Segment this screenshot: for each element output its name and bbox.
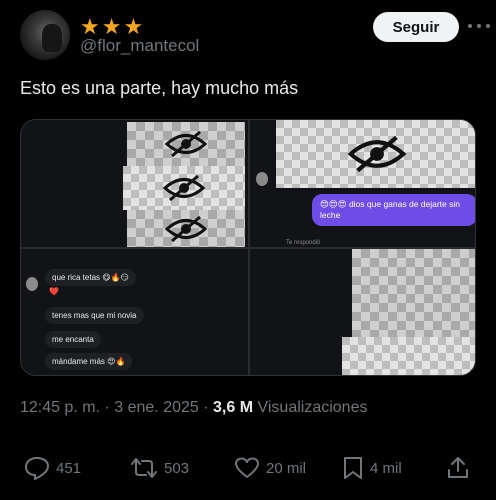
media-panel-bottom-left: que rica tetas 😋🔥😏 ❤️ tenes mas que mi n… <box>21 249 248 376</box>
censored-image <box>342 337 476 376</box>
chat-message: que rica tetas 😋🔥😏 <box>45 269 136 286</box>
censored-image <box>276 120 476 188</box>
tweet-header: ★★★ @flor_mantecol Seguir <box>20 10 480 62</box>
bookmark-button[interactable]: 4 mil <box>342 456 402 480</box>
hidden-eye-icon <box>164 131 208 157</box>
tweet-meta: 12:45 p. m. · 3 ene. 2025 · 3,6 M Visual… <box>20 399 367 417</box>
bookmark-count: 4 mil <box>370 460 402 477</box>
replied-label: Te respondió <box>286 240 320 246</box>
views-label: Visualizaciones <box>257 399 367 416</box>
hidden-eye-icon <box>162 175 206 201</box>
reply-count: 451 <box>56 460 81 477</box>
chat-message: mándame más 😍🔥 <box>45 353 132 370</box>
tweet-media[interactable]: 😍😍😍 dios que ganas de dejarte sin leche … <box>20 119 476 376</box>
tweet-date[interactable]: 3 ene. 2025 <box>114 399 199 416</box>
chat-message: me encanta <box>45 331 101 348</box>
share-icon <box>446 456 470 480</box>
reply-icon <box>24 456 50 480</box>
tweet-time[interactable]: 12:45 p. m. <box>20 399 100 416</box>
repost-icon <box>130 456 158 480</box>
reply-button[interactable]: 451 <box>24 456 81 480</box>
tweet-text: Esto es una parte, hay mucho más <box>20 78 298 99</box>
follow-button[interactable]: Seguir <box>373 12 459 42</box>
censored-image <box>123 166 245 210</box>
views-count: 3,6 M <box>213 399 253 416</box>
outgoing-message: 😍😍😍 dios que ganas de dejarte sin leche <box>312 194 476 226</box>
hidden-eye-icon <box>164 216 208 242</box>
censored-image <box>127 122 245 166</box>
like-count: 20 mil <box>266 460 306 477</box>
repost-count: 503 <box>164 460 189 477</box>
hidden-eye-icon <box>345 136 409 172</box>
media-panel-bottom-right <box>250 249 476 376</box>
media-panel-top-left <box>21 120 248 247</box>
share-button[interactable] <box>446 456 470 480</box>
user-handle[interactable]: @flor_mantecol <box>80 36 199 56</box>
chat-message: tenes mas que mi novia <box>45 307 144 324</box>
avatar[interactable] <box>20 10 70 60</box>
contact-avatar <box>256 172 268 186</box>
like-button[interactable]: 20 mil <box>234 456 306 480</box>
censored-image <box>127 210 245 247</box>
contact-avatar <box>26 277 38 291</box>
more-options-icon[interactable] <box>468 18 490 34</box>
heart-reaction: ❤️ <box>49 287 59 296</box>
repost-button[interactable]: 503 <box>130 456 189 480</box>
censored-image <box>352 249 476 339</box>
tweet-actions: 451 503 20 mil 4 mil <box>24 456 472 484</box>
bookmark-icon <box>342 456 364 480</box>
media-divider <box>21 247 476 249</box>
heart-icon <box>234 456 260 480</box>
media-panel-top-right: 😍😍😍 dios que ganas de dejarte sin leche … <box>250 120 476 247</box>
